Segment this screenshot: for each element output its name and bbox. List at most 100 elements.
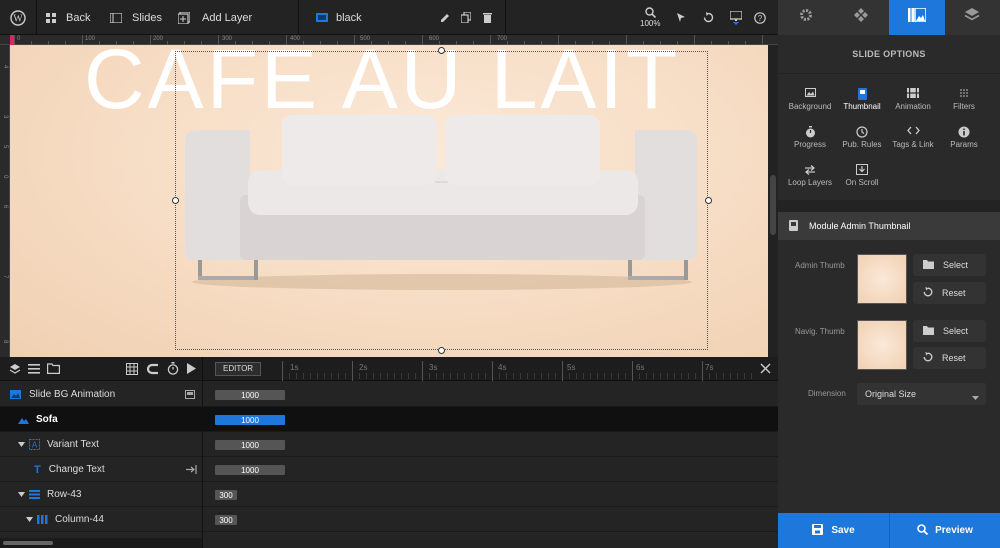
ruler-label: 4 bbox=[2, 65, 8, 69]
navig-select-button[interactable]: Select bbox=[913, 320, 986, 342]
panel-title: SLIDE OPTIONS bbox=[852, 49, 926, 59]
list-icon[interactable] bbox=[28, 363, 40, 374]
option-filters[interactable]: Filters bbox=[934, 88, 994, 111]
ruler-label: 300 bbox=[222, 36, 233, 42]
tab-addons[interactable] bbox=[834, 0, 890, 35]
resize-handle[interactable] bbox=[438, 347, 445, 354]
dimension-value: Original Size bbox=[865, 389, 917, 399]
zoom-control[interactable]: 100% bbox=[640, 0, 660, 35]
timeline-tick bbox=[331, 373, 332, 379]
option-background[interactable]: Background bbox=[780, 88, 840, 111]
folder-icon[interactable] bbox=[47, 363, 60, 374]
timeline-tick bbox=[457, 373, 458, 379]
timeline-tick bbox=[744, 373, 745, 379]
timeline-tick bbox=[443, 373, 444, 379]
folder-icon bbox=[923, 259, 934, 271]
timeline-row-variant-text[interactable]: A Variant Text 1000 bbox=[0, 432, 778, 457]
timeline-bar[interactable]: 300 bbox=[215, 490, 237, 500]
cursor-icon[interactable] bbox=[671, 0, 691, 35]
caret-down-icon[interactable] bbox=[18, 442, 25, 447]
timeline-tick bbox=[625, 373, 626, 379]
caret-down-icon[interactable] bbox=[18, 492, 25, 497]
timeline-row-change-text[interactable]: T Change Text 1000 bbox=[0, 457, 778, 482]
preview-button[interactable]: Preview bbox=[890, 513, 1000, 548]
timer-icon[interactable] bbox=[167, 362, 179, 375]
admin-select-button[interactable]: Select bbox=[913, 254, 986, 276]
timeline-row-sofa[interactable]: Sofa 1000 bbox=[0, 407, 778, 432]
magnet-icon[interactable] bbox=[147, 363, 159, 375]
timeline-row-slide-bg[interactable]: Slide BG Animation 1000 bbox=[0, 382, 778, 407]
delete-icon[interactable] bbox=[477, 0, 497, 35]
loop-icon bbox=[780, 164, 840, 178]
tab-slide-options[interactable] bbox=[889, 0, 945, 35]
edit-icon[interactable] bbox=[435, 0, 455, 35]
timeline-row-column-44[interactable]: Column-44 300 bbox=[0, 507, 778, 532]
timeline-tick bbox=[513, 373, 514, 379]
admin-reset-button[interactable]: Reset bbox=[913, 282, 986, 304]
timeline-hscrollbar[interactable] bbox=[0, 538, 202, 548]
timeline-tick bbox=[604, 373, 605, 379]
wordpress-icon[interactable]: W bbox=[8, 0, 28, 35]
slide-icon bbox=[316, 13, 328, 22]
option-on-scroll[interactable]: On Scroll bbox=[832, 164, 892, 187]
timeline-tick bbox=[583, 373, 584, 379]
editor-tab[interactable]: EDITOR bbox=[215, 362, 262, 376]
back-label: Back bbox=[66, 11, 91, 24]
ruler-tick bbox=[626, 35, 627, 45]
option-label: Params bbox=[950, 140, 978, 149]
timeline-bar[interactable]: 1000 bbox=[215, 390, 285, 400]
timeline-tick bbox=[653, 373, 654, 379]
timeline-tick bbox=[338, 373, 339, 379]
timeline-bar[interactable]: 1000 bbox=[215, 415, 285, 425]
tab-settings[interactable] bbox=[778, 0, 834, 35]
ruler-tick bbox=[558, 35, 559, 45]
help-icon[interactable]: ? bbox=[750, 0, 770, 35]
option-label: Tags & Link bbox=[892, 140, 934, 149]
caret-down-icon[interactable] bbox=[26, 517, 33, 522]
tab-layers[interactable] bbox=[945, 0, 1000, 35]
timeline-bar[interactable]: 1000 bbox=[215, 465, 285, 475]
option-params[interactable]: Params bbox=[934, 126, 994, 149]
thumbnail-section-icon bbox=[789, 219, 798, 233]
horizontal-ruler: 0 100 200 300 400 500 600 700 bbox=[0, 35, 778, 45]
column-icon bbox=[37, 515, 48, 524]
option-loop-layers[interactable]: Loop Layers bbox=[780, 164, 840, 187]
timeline-row-row-43[interactable]: Row-43 300 bbox=[0, 482, 778, 507]
option-label: Background bbox=[788, 102, 832, 111]
close-icon[interactable] bbox=[760, 363, 771, 374]
ruler-tick bbox=[762, 35, 763, 45]
undo-icon[interactable] bbox=[698, 0, 718, 35]
timeline-tick bbox=[352, 361, 353, 381]
layer-label: Change Text bbox=[48, 464, 105, 475]
slide-canvas[interactable]: CAFE AU LAIT bbox=[10, 45, 778, 357]
add-layer-button[interactable]: Add Layer bbox=[178, 0, 252, 35]
option-progress[interactable]: Progress bbox=[780, 126, 840, 149]
duplicate-icon[interactable] bbox=[456, 0, 476, 35]
resize-handle[interactable] bbox=[438, 47, 445, 54]
slides-button[interactable]: Slides bbox=[110, 0, 162, 35]
ruler-label: 200 bbox=[153, 36, 164, 42]
dimension-select[interactable]: Original Size bbox=[857, 383, 986, 405]
layers-icon[interactable] bbox=[9, 363, 21, 375]
timeline-bar[interactable]: 1000 bbox=[215, 440, 285, 450]
media-icon[interactable] bbox=[185, 390, 195, 399]
option-label: On Scroll bbox=[845, 178, 879, 187]
grid-snap-icon[interactable] bbox=[126, 363, 138, 375]
back-button[interactable]: Back bbox=[46, 0, 90, 35]
timeline-bar[interactable]: 300 bbox=[215, 515, 237, 525]
tab-in-icon[interactable] bbox=[186, 465, 197, 474]
play-icon[interactable] bbox=[187, 363, 196, 374]
timeline-tick bbox=[366, 373, 367, 379]
navig-reset-button[interactable]: Reset bbox=[913, 347, 986, 369]
timeline-tick bbox=[646, 373, 647, 379]
resize-handle[interactable] bbox=[705, 197, 712, 204]
filters-icon bbox=[934, 88, 994, 102]
svg-text:A: A bbox=[32, 441, 38, 450]
desktop-icon[interactable] bbox=[726, 0, 746, 35]
resize-handle[interactable] bbox=[172, 197, 179, 204]
canvas-scrollbar[interactable] bbox=[768, 45, 778, 357]
ruler-tick bbox=[14, 35, 15, 45]
slide-selector[interactable]: black bbox=[316, 0, 362, 35]
save-button[interactable]: Save bbox=[778, 513, 889, 548]
time-mark: 5s bbox=[567, 363, 576, 372]
